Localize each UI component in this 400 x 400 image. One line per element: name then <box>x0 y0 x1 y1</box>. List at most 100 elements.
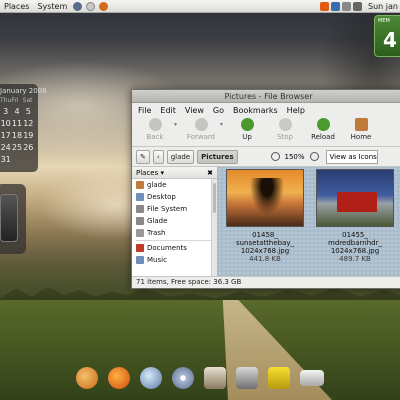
file-browser-window: Pictures - File Browser File Edit View G… <box>131 89 400 289</box>
zoom-out-icon[interactable] <box>270 152 280 161</box>
image-thumbnail[interactable] <box>226 169 304 227</box>
sidebar-item-glade[interactable]: glade <box>132 179 217 191</box>
help-launcher-icon[interactable] <box>86 1 96 11</box>
calendar-day[interactable]: 24 <box>0 143 11 152</box>
file-name-line: sunsetatthebay_ <box>235 239 295 247</box>
window-menubar: File Edit View Go Bookmarks Help <box>132 103 400 117</box>
sidebar-scrollbar[interactable] <box>211 179 217 277</box>
media-player-icon[interactable] <box>172 367 194 389</box>
reload-button[interactable]: Reload <box>304 117 342 141</box>
forward-arrow-icon <box>194 118 208 131</box>
calendar-day[interactable]: 19 <box>23 131 34 140</box>
clock[interactable]: Sun jan <box>368 2 398 11</box>
sidebar-header[interactable]: Places ▾ ✖ <box>132 167 217 179</box>
desktop-widget[interactable] <box>0 184 26 254</box>
image-thumbnail[interactable] <box>316 169 394 227</box>
chevron-down-icon[interactable]: ▾ <box>220 117 228 128</box>
file-item[interactable]: 01458_ sunsetatthebay_ 1024x768.jpg 441.… <box>222 169 308 263</box>
close-icon[interactable]: ✖ <box>207 169 213 177</box>
widget-panel <box>0 194 18 242</box>
sidebar-header-label[interactable]: Places ▾ <box>136 169 164 177</box>
camera-icon[interactable] <box>236 367 258 389</box>
drive-icon <box>136 205 144 213</box>
window-titlebar[interactable]: Pictures - File Browser <box>132 90 400 103</box>
home-button[interactable]: Home <box>342 117 380 141</box>
network-icon[interactable] <box>331 2 341 11</box>
browser-launcher-icon[interactable] <box>73 1 83 11</box>
menu-file[interactable]: File <box>138 106 151 115</box>
battery-icon[interactable] <box>353 2 363 11</box>
home-label: Home <box>350 133 372 141</box>
shell-launcher-icon[interactable] <box>76 367 98 389</box>
sidebar-item-trash[interactable]: Trash <box>132 227 217 239</box>
up-label: Up <box>242 133 252 141</box>
reload-icon <box>316 118 330 131</box>
home-folder-icon <box>136 181 144 189</box>
drive-icon <box>136 217 144 225</box>
calendar-day[interactable]: 25 <box>11 143 22 152</box>
calendar-widget: January 2008 Thu Fri Sat 3 4 5 10 11 12 … <box>0 84 47 172</box>
file-icon-view[interactable]: 01458_ sunsetatthebay_ 1024x768.jpg 441.… <box>218 167 400 277</box>
forward-button[interactable]: Forward <box>182 117 220 141</box>
zoom-in-icon[interactable] <box>309 152 319 161</box>
calendar-day[interactable]: 31 <box>0 155 11 164</box>
menu-view[interactable]: View <box>185 106 204 115</box>
sidebar-item-music[interactable]: Music <box>132 254 217 266</box>
chevron-down-icon[interactable]: ▾ <box>174 117 182 128</box>
edit-location-button[interactable]: ✎ <box>136 149 150 164</box>
music-folder-icon <box>136 256 144 264</box>
scrollbar-thumb[interactable] <box>213 183 216 213</box>
menu-edit[interactable]: Edit <box>160 106 176 115</box>
sidebar-item-documents[interactable]: Documents <box>132 242 217 254</box>
file-name-line: 01458_ <box>252 231 278 239</box>
update-notifier-icon[interactable] <box>320 2 330 11</box>
path-back-chevron[interactable]: ‹ <box>152 149 164 164</box>
sidebar-item-desktop[interactable]: Desktop <box>132 191 217 203</box>
memory-widget[interactable]: MEM 4 <box>374 15 400 57</box>
sidebar-item-label: Desktop <box>147 193 176 201</box>
desktop-icon <box>136 193 144 201</box>
places-menu[interactable]: Places <box>0 2 33 11</box>
menu-bookmarks[interactable]: Bookmarks <box>233 106 278 115</box>
path-button-current[interactable]: Pictures <box>197 149 238 164</box>
calendar-day[interactable]: 26 <box>23 143 34 152</box>
sidebar-item-file-system[interactable]: File System <box>132 203 217 215</box>
chat-icon[interactable] <box>140 367 162 389</box>
menu-help[interactable]: Help <box>287 106 305 115</box>
calendar-day[interactable]: 18 <box>11 131 22 140</box>
file-name-line: 1024x768.jpg <box>330 247 380 255</box>
view-mode-select[interactable]: View as Icons <box>325 149 378 164</box>
file-item[interactable]: 01455_ mdredbarnhdr_ 1024x768.jpg 489.7 … <box>312 169 398 263</box>
day-header: Fri <box>11 97 19 104</box>
back-button[interactable]: Back <box>136 117 174 141</box>
zoom-level[interactable]: 150% <box>285 153 305 161</box>
calendar-day[interactable]: 11 <box>11 119 22 128</box>
file-size: 441.8 KB <box>249 255 281 263</box>
path-button-glade[interactable]: glade <box>166 149 195 164</box>
file-size: 489.7 KB <box>339 255 371 263</box>
menu-go[interactable]: Go <box>213 106 224 115</box>
day-header: Thu <box>0 97 12 104</box>
volume-icon[interactable] <box>342 2 352 11</box>
calendar-day[interactable]: 5 <box>23 107 34 116</box>
file-name-line: mdredbarnhdr_ <box>328 239 382 247</box>
drive-icon[interactable] <box>300 370 324 386</box>
main-toolbar: Back ▾ Forward ▾ Up Stop Reload Home <box>132 117 400 147</box>
dock <box>62 360 352 396</box>
calendar-day[interactable]: 3 <box>0 107 11 116</box>
mail-launcher-icon[interactable] <box>99 1 109 11</box>
trash-bin-icon[interactable] <box>268 367 290 389</box>
calendar-day-headers: Thu Fri Sat <box>0 97 34 104</box>
sidebar-item-glade-2[interactable]: Glade <box>132 215 217 227</box>
calendar-day[interactable]: 12 <box>23 119 34 128</box>
trash-icon <box>136 229 144 237</box>
sidebar-divider <box>136 240 213 241</box>
up-button[interactable]: Up <box>228 117 266 141</box>
system-menu[interactable]: System <box>33 2 71 11</box>
calendar-day[interactable]: 17 <box>0 131 11 140</box>
calendar-day[interactable]: 10 <box>0 119 11 128</box>
firefox-icon[interactable] <box>108 367 130 389</box>
stop-button[interactable]: Stop <box>266 117 304 141</box>
calendar-day[interactable]: 4 <box>11 107 22 116</box>
package-manager-icon[interactable] <box>204 367 226 389</box>
